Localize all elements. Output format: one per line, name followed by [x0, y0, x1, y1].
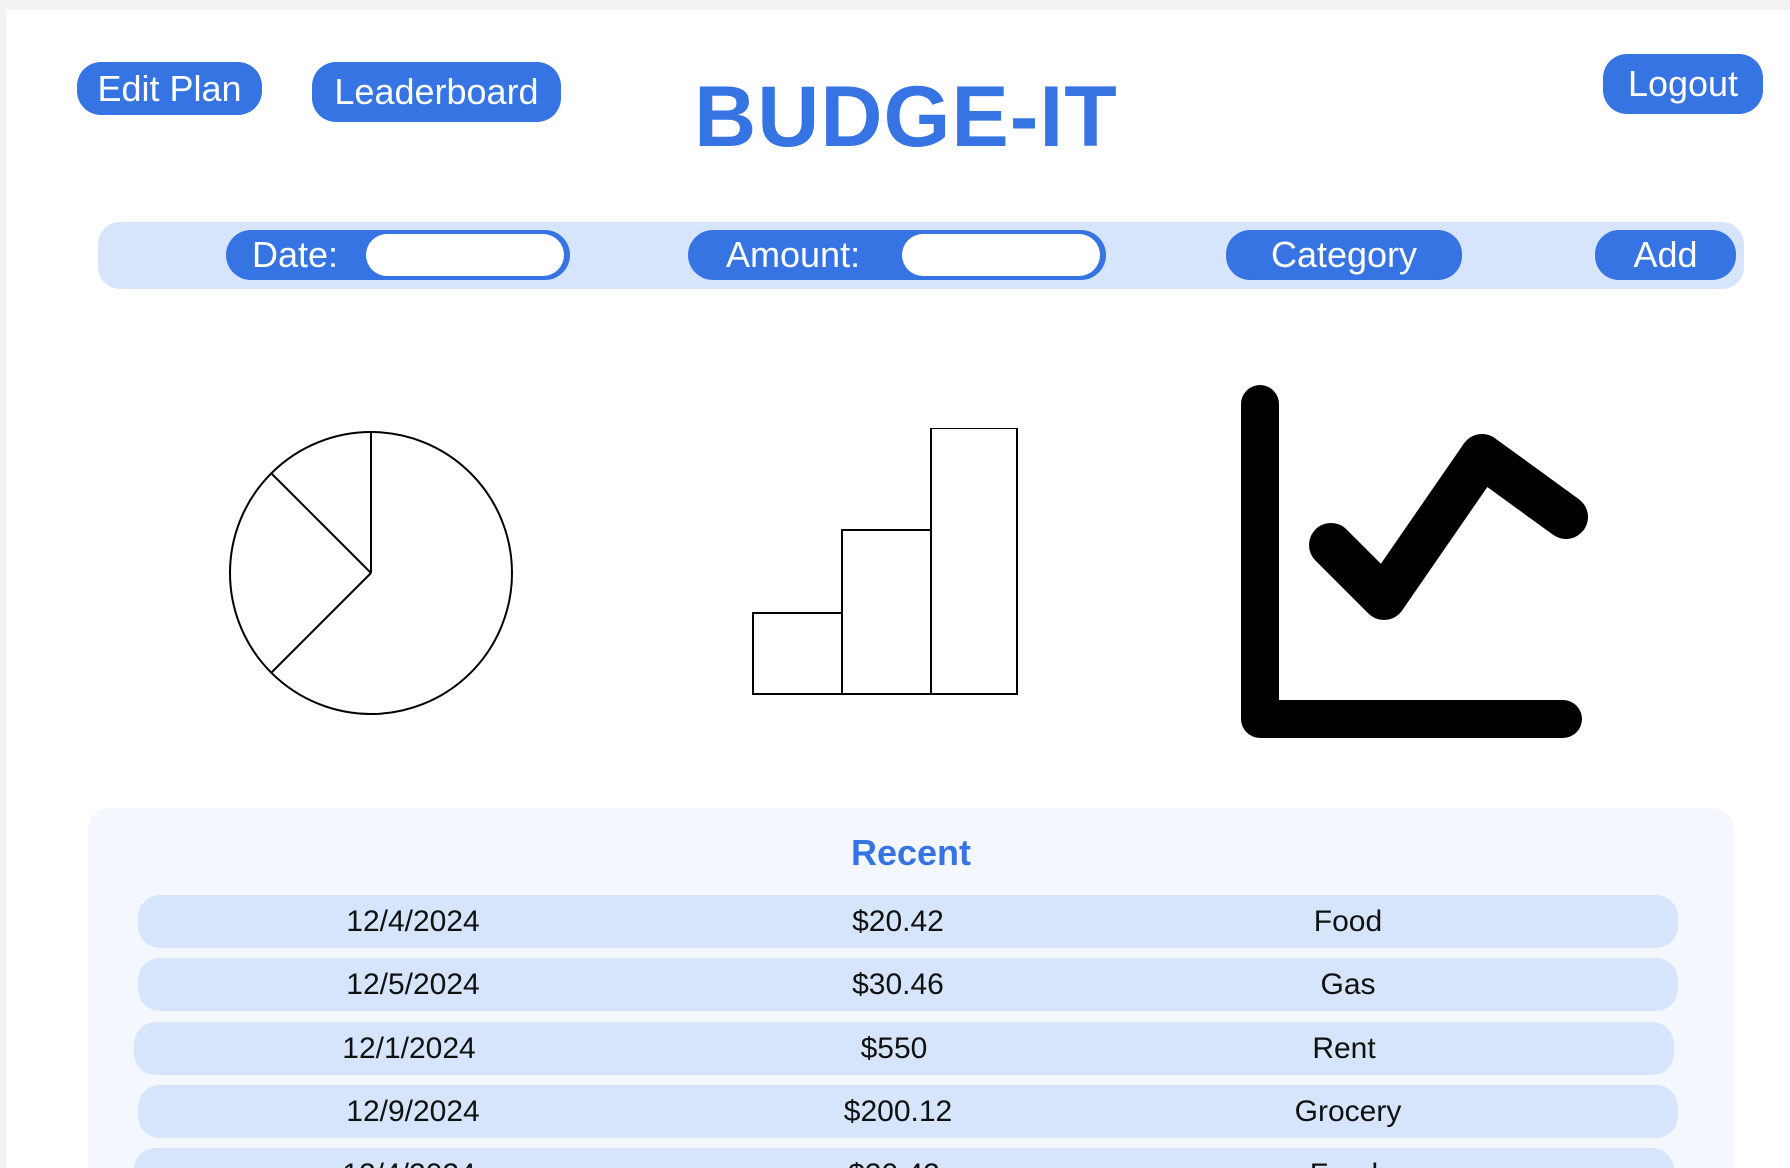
logout-button[interactable]: Logout	[1603, 54, 1763, 114]
date-cell: 12/5/2024	[346, 967, 480, 1001]
category-button[interactable]: Category	[1226, 230, 1462, 280]
amount-field: Amount:	[688, 230, 1106, 280]
date-cell: 12/4/2024	[249, 1148, 569, 1168]
app-title: BUDGE-IT	[694, 69, 1118, 165]
amount-input[interactable]	[902, 234, 1100, 276]
amount-cell: $20.42	[852, 904, 944, 938]
recent-title: Recent	[850, 832, 972, 873]
category-cell: Gas	[1320, 967, 1376, 1001]
table-row[interactable]: 12/4/2024 $20.42 Food	[138, 895, 1678, 948]
table-row[interactable]: 12/1/2024 $550 Rent	[134, 1022, 1674, 1075]
table-row[interactable]: 12/5/2024 $30.46 Gas	[138, 958, 1678, 1011]
app-window: Edit Plan Leaderboard BUDGE-IT Logout Da…	[6, 10, 1790, 1168]
recent-panel: Recent 12/4/2024 $20.42 Food 12/5/2024 $…	[88, 808, 1734, 1168]
amount-cell: $30.46	[852, 967, 944, 1001]
line-chart-icon[interactable]	[1236, 380, 1606, 750]
amount-label: Amount:	[726, 234, 861, 275]
category-cell: Food	[1313, 904, 1383, 938]
date-label: Date:	[252, 234, 339, 275]
category-cell: Food	[1184, 1148, 1504, 1168]
leaderboard-button[interactable]: Leaderboard	[312, 62, 561, 122]
amount-cell: $20.42	[734, 1148, 1054, 1168]
pie-chart-icon[interactable]	[226, 428, 516, 718]
table-row[interactable]: 12/4/2024 $20.42 Food	[134, 1148, 1674, 1168]
add-button[interactable]: Add	[1595, 230, 1736, 280]
table-row[interactable]: 12/9/2024 $200.12 Grocery	[138, 1085, 1678, 1138]
entry-form-bar: Date: Amount: Category Add	[98, 222, 1744, 289]
category-cell: Grocery	[1294, 1094, 1402, 1128]
amount-cell: $550	[860, 1031, 928, 1065]
amount-cell: $200.12	[843, 1094, 953, 1128]
date-input[interactable]	[366, 234, 564, 276]
category-cell: Rent	[1312, 1031, 1376, 1065]
bar-chart-icon[interactable]	[746, 428, 1026, 708]
date-cell: 12/4/2024	[346, 904, 480, 938]
edit-plan-button[interactable]: Edit Plan	[77, 62, 262, 115]
date-cell: 12/9/2024	[346, 1094, 480, 1128]
date-field: Date:	[226, 230, 570, 280]
date-cell: 12/1/2024	[342, 1031, 476, 1065]
